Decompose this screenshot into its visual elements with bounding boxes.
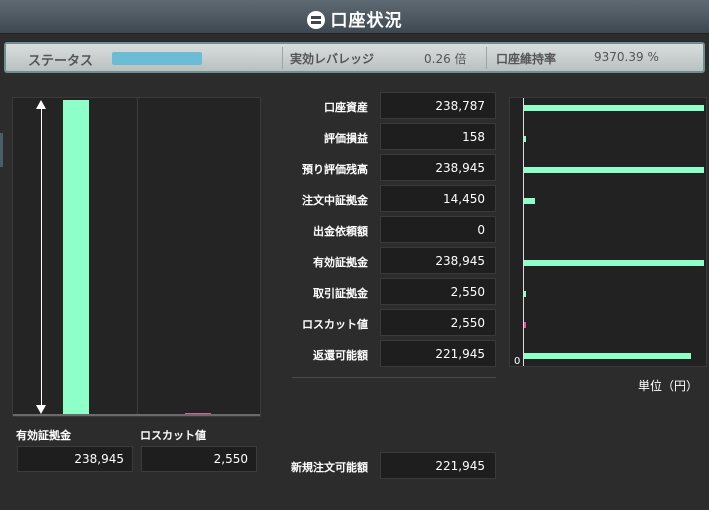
row-value: 0 bbox=[380, 216, 496, 243]
row-value: 158 bbox=[380, 123, 496, 150]
bar bbox=[524, 105, 704, 111]
row-value: 238,945 bbox=[380, 247, 496, 274]
row-label: 有効証拠金 bbox=[313, 256, 368, 269]
chart-column-divider bbox=[137, 98, 138, 416]
row-label: 注文中証拠金 bbox=[302, 194, 368, 207]
bar bbox=[63, 100, 89, 416]
losscut-value: 2,550 bbox=[141, 446, 257, 472]
row-label: 取引証拠金 bbox=[313, 287, 368, 300]
title-bar: 口座状況 bbox=[0, 0, 709, 34]
chart-baseline bbox=[13, 414, 260, 416]
maintenance-value: 9370.39 % bbox=[594, 50, 659, 64]
new-order-label: 新規注文可能額 bbox=[291, 461, 368, 474]
row-label: 口座資産 bbox=[324, 101, 368, 114]
summary-bar-chart: 0 bbox=[509, 97, 707, 367]
new-order-value: 221,945 bbox=[380, 452, 496, 479]
row-value: 221,945 bbox=[380, 340, 496, 367]
bar bbox=[524, 260, 704, 266]
leverage-label: 実効レバレッジ bbox=[290, 52, 375, 66]
row-value: 238,945 bbox=[380, 154, 496, 181]
row-value: 2,550 bbox=[380, 309, 496, 336]
side-marker bbox=[0, 133, 3, 167]
status-bar: ステータス 実効レバレッジ 0.26 倍 口座維持率 9370.39 % bbox=[4, 42, 705, 73]
effective-margin-value: 238,945 bbox=[17, 446, 133, 472]
bar bbox=[524, 353, 691, 359]
window-title: 口座状況 bbox=[0, 6, 709, 31]
row-label: 預り評価残高 bbox=[302, 163, 368, 176]
unit-label: 単位（円） bbox=[638, 379, 699, 393]
status-gauge bbox=[112, 52, 202, 65]
bar bbox=[524, 291, 526, 297]
row-label: 評価損益 bbox=[324, 132, 368, 145]
row-value: 2,550 bbox=[380, 278, 496, 305]
maintenance-label: 口座維持率 bbox=[496, 52, 557, 66]
row-label: ロスカット値 bbox=[302, 318, 368, 331]
row-value: 14,450 bbox=[380, 185, 496, 212]
bar bbox=[524, 198, 535, 204]
leverage-value: 0.26 倍 bbox=[424, 52, 467, 66]
divider bbox=[282, 47, 283, 69]
account-status-window: 口座状況 ステータス 実効レバレッジ 0.26 倍 口座維持率 9370.39 … bbox=[0, 0, 709, 510]
bar bbox=[524, 167, 704, 173]
row-value: 238,787 bbox=[380, 92, 496, 119]
range-arrow-line bbox=[41, 106, 42, 410]
margin-chart bbox=[12, 97, 261, 417]
account-status-icon bbox=[306, 11, 325, 29]
window-title-text: 口座状況 bbox=[330, 11, 403, 31]
losscut-label: ロスカット値 bbox=[140, 429, 206, 442]
divider bbox=[292, 377, 496, 378]
effective-margin-label: 有効証拠金 bbox=[16, 429, 71, 442]
arrow-up-icon bbox=[36, 100, 46, 109]
axis-zero-label: 0 bbox=[514, 356, 521, 367]
arrow-down-icon bbox=[36, 405, 46, 414]
divider bbox=[486, 47, 487, 69]
row-label: 出金依頼額 bbox=[313, 225, 368, 238]
row-label: 返還可能額 bbox=[313, 349, 368, 362]
bar bbox=[524, 322, 526, 328]
status-label: ステータス bbox=[28, 54, 94, 69]
bar bbox=[524, 136, 526, 142]
